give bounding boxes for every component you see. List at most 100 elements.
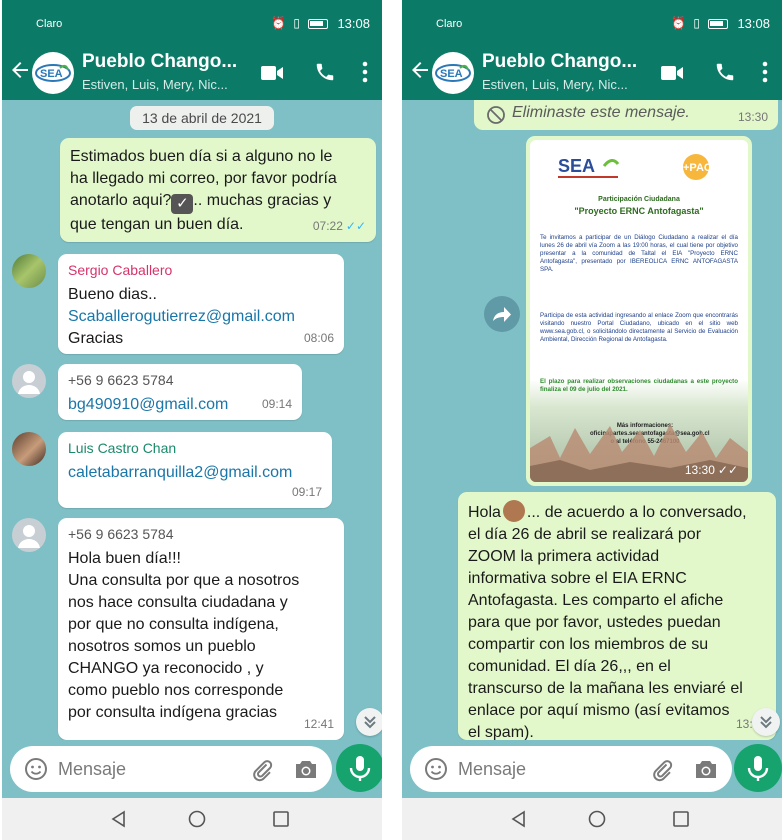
status-bar: Claro ⏰ ▯ 13:08 <box>402 0 782 44</box>
camera-icon[interactable] <box>294 758 318 780</box>
camera-icon[interactable] <box>694 758 718 780</box>
message-meta: 13:30 ✓✓ <box>685 463 738 477</box>
message-input[interactable] <box>58 754 238 784</box>
group-avatar[interactable]: SEA <box>432 52 474 94</box>
sender-name: Luis Castro Chan <box>68 440 177 456</box>
message-bubble-outgoing[interactable]: Estimados buen día si a alguno no le ha … <box>60 138 376 242</box>
person-icon <box>18 371 40 394</box>
svg-text:SEA: SEA <box>440 68 463 80</box>
clock: 13:08 <box>737 16 770 31</box>
clock: 13:08 <box>337 16 370 31</box>
double-chevron-down-icon <box>364 716 376 729</box>
sender-name: +56 9 6623 5784 <box>68 526 174 542</box>
composer <box>2 740 382 798</box>
message-time: 09:17 <box>291 485 322 499</box>
avatar[interactable] <box>12 364 46 398</box>
nav-home-icon[interactable] <box>188 810 206 828</box>
mic-button[interactable] <box>336 744 382 792</box>
image-message-bubble[interactable]: SEA +PAC Participación Ciudadana "Proyec… <box>526 136 752 486</box>
system-icons: ⏰ ▯ <box>271 16 302 30</box>
poster-subtitle: Participación Ciudadana <box>598 196 680 203</box>
email-link[interactable]: caletabarranquilla2@gmail.com <box>68 462 322 484</box>
message-bubble-outgoing[interactable]: Hola... de acuerdo a lo conversado, el d… <box>458 492 776 740</box>
forward-button[interactable] <box>484 296 520 332</box>
message-bubble-incoming[interactable]: +56 9 6623 5784 Hola buen día!!! Una con… <box>58 518 344 740</box>
message-time: 12:41 <box>303 717 334 731</box>
group-avatar[interactable]: SEA <box>32 52 74 94</box>
phone-icon[interactable] <box>714 61 736 83</box>
phone-icon[interactable] <box>314 61 336 83</box>
email-link[interactable]: bg490910@gmail.com <box>68 394 292 416</box>
sender-name: Sergio Caballero <box>68 262 173 278</box>
message-text: Bueno dias.. <box>68 286 157 303</box>
message-input-container <box>410 746 732 792</box>
message-input[interactable] <box>458 754 638 784</box>
forward-icon <box>493 307 511 322</box>
battery-icon <box>708 19 728 29</box>
phone-screen-left: Claro ⏰ ▯ 13:08 SEA Pueblo Chango... Est… <box>2 0 382 840</box>
nav-back-icon[interactable] <box>110 810 128 828</box>
chat-participants[interactable]: Estiven, Luis, Mery, Nic... <box>482 77 628 92</box>
svg-text:SEA: SEA <box>558 156 595 176</box>
avatar[interactable] <box>12 254 46 288</box>
avatar[interactable] <box>12 518 46 552</box>
battery-icon <box>308 19 328 29</box>
paperclip-icon[interactable] <box>650 758 674 782</box>
chat-participants[interactable]: Estiven, Luis, Mery, Nic... <box>82 77 228 92</box>
deleted-message-bubble[interactable]: Eliminaste este mensaje. 13:30 <box>474 100 778 130</box>
pac-logo: +PAC <box>683 154 712 180</box>
poster-paragraph-2: Participa de esta actividad ingresando a… <box>540 312 738 343</box>
scroll-down-button[interactable] <box>356 708 382 736</box>
person-icon <box>18 525 40 548</box>
scroll-down-button[interactable] <box>752 708 780 736</box>
android-navigation-bar <box>2 798 382 840</box>
message-text-body: ... de acuerdo a lo conversado, el día 2… <box>468 504 747 740</box>
chat-title[interactable]: Pueblo Chango... <box>482 51 637 73</box>
message-list[interactable]: 13 de abril de 2021 Estimados buen día s… <box>2 100 382 740</box>
nav-recents-icon[interactable] <box>672 810 690 828</box>
arrow-left-icon[interactable] <box>8 58 32 82</box>
nav-recents-icon[interactable] <box>272 810 290 828</box>
message-text-start: Hola <box>468 504 501 521</box>
poster-title: "Proyecto ERNC Antofagasta" <box>574 206 704 216</box>
more-vert-icon[interactable] <box>362 60 368 84</box>
event-poster-image[interactable]: SEA +PAC Participación Ciudadana "Proyec… <box>530 140 748 482</box>
message-text: Gracias <box>68 330 124 347</box>
videocam-icon[interactable] <box>260 64 284 82</box>
deleted-message-text: Eliminaste este mensaje. <box>512 104 690 121</box>
message-text: Hola buen día!!! Una consulta por que a … <box>68 550 300 721</box>
mic-button[interactable] <box>734 744 782 792</box>
nav-back-icon[interactable] <box>510 810 528 828</box>
paperclip-icon[interactable] <box>250 758 274 782</box>
message-bubble-incoming[interactable]: Sergio Caballero Bueno dias.. Scaballero… <box>58 254 344 354</box>
svg-text:SEA: SEA <box>40 68 63 80</box>
message-bubble-incoming[interactable]: +56 9 6623 5784 bg490910@gmail.com 09:14 <box>58 364 302 420</box>
message-list[interactable]: Eliminaste este mensaje. 13:30 SEA +PAC … <box>402 100 782 740</box>
message-time: 08:06 <box>303 331 334 345</box>
double-chevron-down-icon <box>760 716 772 729</box>
composer <box>402 740 782 798</box>
sender-name: +56 9 6623 5784 <box>68 372 174 388</box>
system-icons: ⏰ ▯ <box>671 16 702 30</box>
more-vert-icon[interactable] <box>762 60 768 84</box>
emoji-icon[interactable] <box>424 757 448 781</box>
message-bubble-incoming[interactable]: Luis Castro Chan caletabarranquilla2@gma… <box>58 432 332 508</box>
message-time: 09:14 <box>261 397 292 411</box>
avatar[interactable] <box>12 432 46 466</box>
emoji-icon[interactable] <box>24 757 48 781</box>
arrow-left-icon[interactable] <box>408 58 432 82</box>
email-link[interactable]: Scaballerogutierrez@gmail.com <box>68 306 334 328</box>
phone-screen-right: Claro ⏰ ▯ 13:08 SEA Pueblo Chango... Est… <box>402 0 782 840</box>
person-emoji-icon <box>502 500 525 522</box>
chat-title[interactable]: Pueblo Chango... <box>82 51 237 73</box>
mic-icon <box>349 756 371 781</box>
videocam-icon[interactable] <box>660 64 684 82</box>
read-ticks-icon: ✓✓ <box>345 219 366 233</box>
svg-text:+PAC: +PAC <box>683 162 712 174</box>
nav-home-icon[interactable] <box>588 810 606 828</box>
chat-header: SEA Pueblo Chango... Estiven, Luis, Mery… <box>402 44 782 100</box>
message-time: 07:22 <box>312 219 343 233</box>
message-time: 13:30 <box>737 110 768 124</box>
message-time: 13:30 <box>684 463 715 477</box>
mic-icon <box>747 756 769 781</box>
